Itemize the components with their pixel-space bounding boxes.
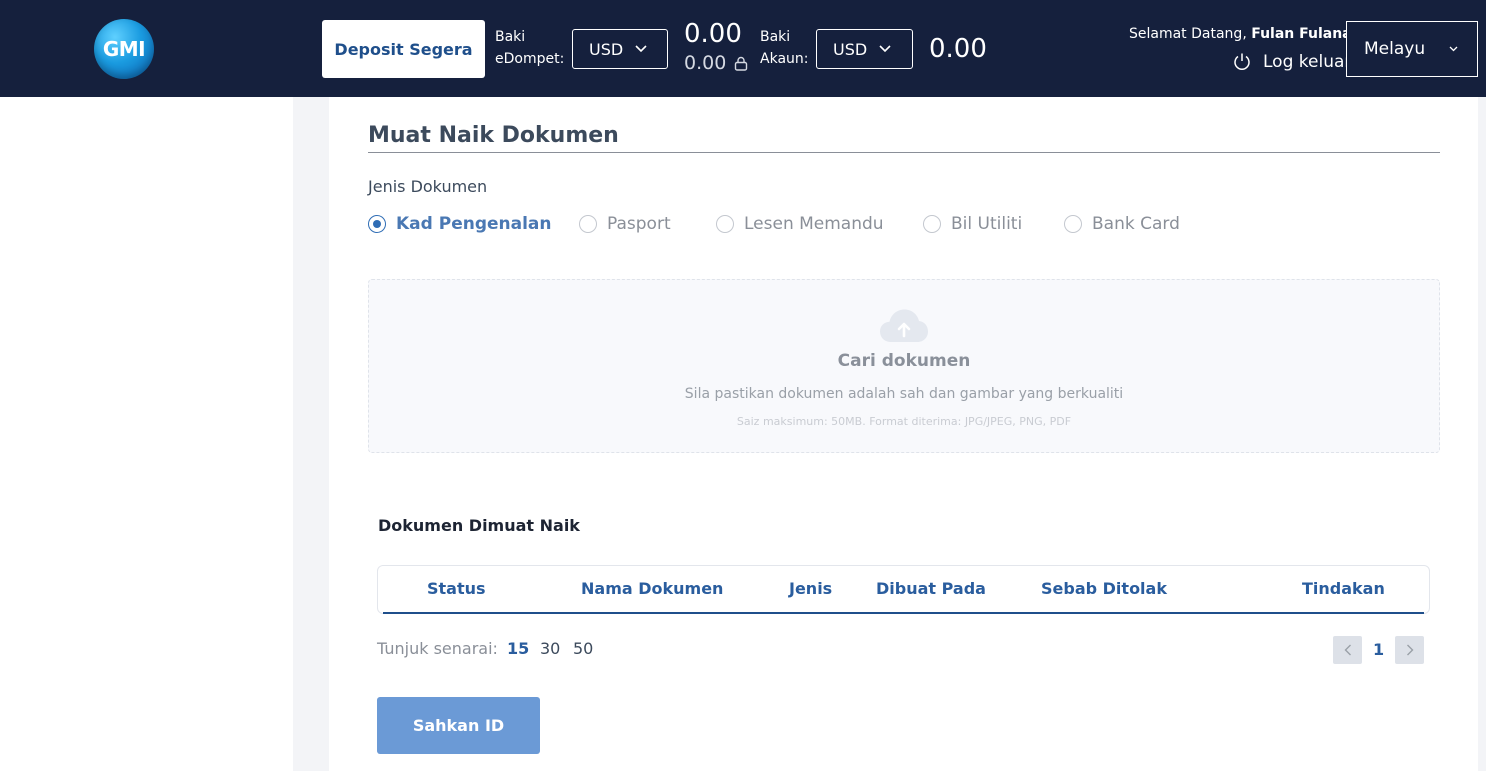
account-label-line2: Akaun: bbox=[760, 51, 809, 67]
account-currency-select[interactable]: USD bbox=[816, 29, 913, 69]
verify-id-button[interactable]: Sahkan ID bbox=[377, 697, 540, 754]
chevron-down-icon bbox=[1449, 46, 1458, 52]
document-dropzone[interactable]: Cari dokumen Sila pastikan dokumen adala… bbox=[368, 279, 1440, 453]
dropzone-title: Cari dokumen bbox=[837, 351, 971, 371]
wallet-locked-value: 0.00 bbox=[684, 52, 727, 74]
dropzone-hint: Saiz maksimum: 50MB. Format diterima: JP… bbox=[736, 415, 1072, 428]
column-header-type[interactable]: Jenis bbox=[789, 579, 832, 598]
account-label-line1: Baki bbox=[760, 29, 791, 45]
page-size-label: Tunjuk senarai: bbox=[377, 639, 498, 658]
current-page-number[interactable]: 1 bbox=[1373, 640, 1384, 659]
radio-lesen-memandu[interactable]: Lesen Memandu bbox=[716, 214, 884, 234]
radio-button[interactable] bbox=[923, 215, 941, 233]
chevron-right-icon bbox=[1406, 644, 1413, 656]
radio-label: Pasport bbox=[607, 214, 671, 234]
column-header-status[interactable]: Status bbox=[427, 579, 486, 598]
radio-button[interactable] bbox=[716, 215, 734, 233]
radio-button[interactable] bbox=[1064, 215, 1082, 233]
language-select[interactable]: Melayu bbox=[1346, 21, 1478, 77]
wallet-balance-label: Baki eDompet: bbox=[495, 26, 564, 70]
column-header-actions[interactable]: Tindakan bbox=[1302, 579, 1385, 598]
radio-kad-pengenalan[interactable]: Kad Pengenalan bbox=[368, 214, 552, 234]
logout-button[interactable]: Log keluar bbox=[1232, 52, 1351, 72]
top-bar: GMI Deposit Segera Baki eDompet: USD 0.0… bbox=[0, 0, 1486, 97]
column-header-document-name[interactable]: Nama Dokumen bbox=[581, 579, 723, 598]
wallet-balance-amount: 0.00 bbox=[684, 19, 742, 49]
chevron-down-icon bbox=[879, 45, 891, 53]
radio-pasport[interactable]: Pasport bbox=[579, 214, 671, 234]
column-header-reject-reason[interactable]: Sebab Ditolak bbox=[1041, 579, 1167, 598]
radio-button[interactable] bbox=[579, 215, 597, 233]
account-balance-label: Baki Akaun: bbox=[760, 26, 808, 70]
page-size-50[interactable]: 50 bbox=[573, 639, 593, 658]
left-content-gutter bbox=[293, 97, 329, 771]
radio-button[interactable] bbox=[368, 215, 386, 233]
prev-page-button[interactable] bbox=[1333, 636, 1362, 664]
wallet-currency-value: USD bbox=[589, 39, 624, 59]
radio-label: Kad Pengenalan bbox=[396, 214, 552, 234]
document-type-label: Jenis Dokumen bbox=[368, 177, 488, 196]
radio-label: Lesen Memandu bbox=[744, 214, 884, 234]
instant-deposit-button[interactable]: Deposit Segera bbox=[322, 20, 485, 78]
account-balance-amount: 0.00 bbox=[929, 34, 987, 64]
chevron-left-icon bbox=[1344, 644, 1351, 656]
wallet-label-line1: Baki bbox=[495, 29, 526, 45]
welcome-text: Selamat Datang, Fulan Fulanah bbox=[1129, 26, 1362, 42]
dropzone-subtitle: Sila pastikan dokumen adalah sah dan gam… bbox=[684, 386, 1124, 402]
wallet-locked-amount: 0.00 bbox=[684, 52, 748, 74]
page-size-15[interactable]: 15 bbox=[507, 639, 529, 658]
cloud-upload-icon bbox=[880, 309, 928, 342]
radio-bank-card[interactable]: Bank Card bbox=[1064, 214, 1180, 234]
page-size-30[interactable]: 30 bbox=[540, 639, 560, 658]
radio-bil-utiliti[interactable]: Bil Utiliti bbox=[923, 214, 1022, 234]
radio-label: Bil Utiliti bbox=[951, 214, 1023, 234]
wallet-currency-select[interactable]: USD bbox=[572, 29, 668, 69]
column-header-created-at[interactable]: Dibuat Pada bbox=[876, 579, 986, 598]
wallet-label-line2: eDompet: bbox=[495, 51, 565, 67]
right-content-gutter bbox=[1478, 97, 1486, 771]
language-value: Melayu bbox=[1364, 39, 1426, 59]
title-divider bbox=[368, 152, 1440, 153]
power-icon bbox=[1234, 53, 1250, 70]
table-header-rule bbox=[383, 612, 1424, 614]
account-currency-value: USD bbox=[833, 39, 868, 59]
uploaded-documents-title: Dokumen Dimuat Naik bbox=[378, 516, 580, 535]
radio-label: Bank Card bbox=[1092, 214, 1180, 234]
gmi-logo[interactable]: GMI bbox=[94, 19, 154, 79]
welcome-prefix: Selamat Datang, bbox=[1129, 26, 1247, 42]
lock-icon bbox=[735, 56, 748, 71]
logout-label: Log keluar bbox=[1263, 52, 1352, 72]
chevron-down-icon bbox=[635, 45, 647, 53]
page-title: Muat Naik Dokumen bbox=[368, 123, 619, 148]
next-page-button[interactable] bbox=[1395, 636, 1424, 664]
